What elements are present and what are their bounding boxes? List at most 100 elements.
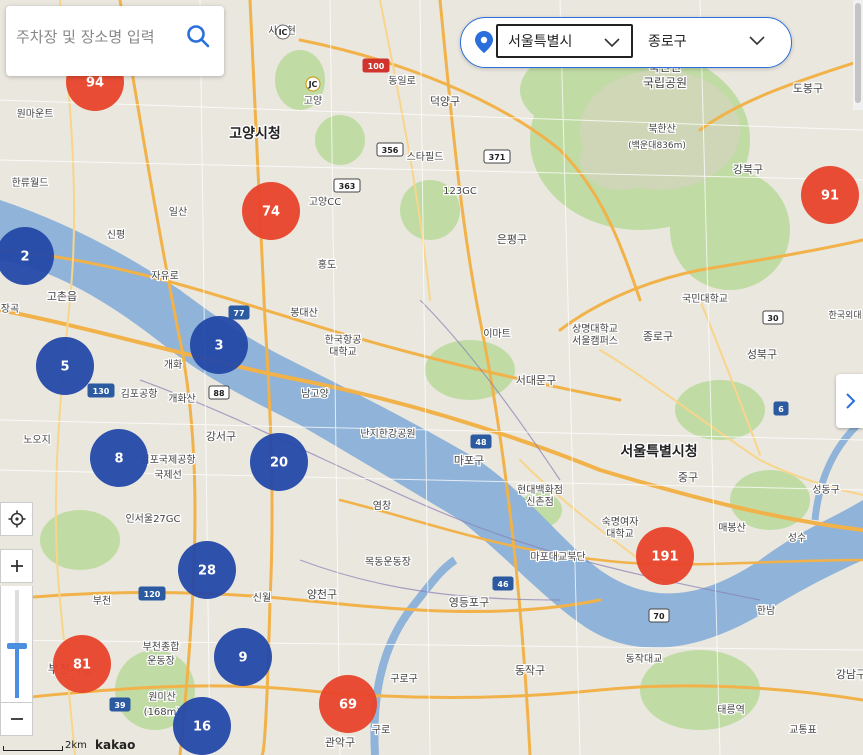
cluster-count: 69 bbox=[339, 698, 357, 713]
road-number-text: 46 bbox=[497, 580, 509, 589]
place-label: 서울특별시청 bbox=[620, 443, 697, 460]
place-label: 개화산 bbox=[168, 393, 196, 405]
zoom-level-fill bbox=[15, 643, 19, 698]
place-label: 신월 bbox=[253, 592, 271, 604]
road-number-text: 39 bbox=[114, 701, 126, 710]
parking-cluster-marker[interactable]: 5 bbox=[36, 337, 94, 395]
parking-cluster-marker[interactable]: 81 bbox=[53, 635, 111, 693]
place-label: 구로 bbox=[372, 725, 390, 736]
place-label: (백운대836m) bbox=[628, 140, 686, 151]
parking-cluster-marker[interactable]: 9 bbox=[214, 628, 272, 686]
parking-cluster-marker[interactable]: 91 bbox=[801, 166, 859, 224]
parking-cluster-marker[interactable]: 191 bbox=[636, 527, 694, 585]
road-number-badge: 371 bbox=[483, 149, 511, 164]
road-number-badge: IC bbox=[275, 24, 291, 40]
road-number-badge: 120 bbox=[138, 586, 166, 601]
district-select[interactable]: 종로구 bbox=[636, 24, 776, 58]
parking-cluster-marker[interactable]: 28 bbox=[178, 541, 236, 599]
place-label: 123GC bbox=[443, 186, 477, 197]
chevron-right-icon bbox=[845, 393, 855, 409]
place-label: 국민대학교 bbox=[682, 293, 728, 305]
place-label: 고양 bbox=[304, 95, 322, 107]
place-label: 강남구 bbox=[836, 668, 863, 681]
zoom-in-button[interactable] bbox=[0, 549, 33, 583]
parking-cluster-marker[interactable]: 3 bbox=[190, 316, 248, 374]
road-number-badge: 70 bbox=[648, 608, 670, 623]
place-label: 봉대산 bbox=[290, 307, 318, 319]
chevron-down-icon bbox=[604, 38, 620, 48]
cluster-count: 20 bbox=[270, 456, 288, 471]
road-number-badge: 46 bbox=[492, 576, 514, 591]
parking-cluster-marker[interactable]: 16 bbox=[173, 697, 231, 755]
road-number-text: 77 bbox=[233, 309, 244, 318]
cluster-count: 3 bbox=[214, 339, 223, 354]
cluster-count: 74 bbox=[262, 205, 280, 220]
road-number-badge: 48 bbox=[470, 434, 492, 449]
place-label: 대학교 bbox=[606, 528, 634, 540]
place-label: 고양CC bbox=[309, 196, 341, 208]
road-number-badge: 77 bbox=[228, 305, 250, 320]
place-label: 대학교 bbox=[329, 346, 357, 358]
place-label: 현대백화점 bbox=[517, 484, 563, 496]
road-number-text: 30 bbox=[767, 314, 779, 323]
minus-icon bbox=[10, 718, 23, 720]
place-label: 운동장 bbox=[147, 655, 175, 667]
place-label: 자유로 bbox=[151, 270, 179, 282]
road-number-text: 88 bbox=[213, 389, 225, 398]
search-icon bbox=[187, 25, 210, 48]
search-input[interactable] bbox=[14, 16, 178, 58]
road-number-badge: 30 bbox=[762, 310, 784, 325]
place-label: 원마운트 bbox=[17, 108, 54, 120]
map-canvas[interactable]: 사리현고양시청원마운트한류월드일산고양고양CC스타필드123GC동일로덕양구자유… bbox=[0, 0, 863, 755]
place-label: 노오지 bbox=[23, 434, 51, 446]
scale-line bbox=[3, 746, 63, 751]
side-panel-toggle[interactable] bbox=[836, 374, 863, 428]
place-label: 성동구 bbox=[812, 484, 840, 496]
place-label: 원미산 bbox=[148, 691, 176, 703]
place-label: 난지한강공원 bbox=[360, 428, 415, 440]
zoom-handle[interactable] bbox=[7, 643, 27, 649]
place-label: 스타필드 bbox=[407, 151, 444, 163]
place-label: 부천 bbox=[93, 595, 111, 607]
place-label: 신평 bbox=[107, 229, 125, 241]
cluster-count: 94 bbox=[86, 76, 104, 91]
place-label: 북한산 bbox=[648, 123, 676, 135]
place-label: 서울캠퍼스 bbox=[572, 335, 618, 347]
road-number-text: 120 bbox=[144, 590, 161, 599]
road-number-text: 70 bbox=[653, 612, 665, 621]
parking-cluster-marker[interactable]: 74 bbox=[242, 182, 300, 240]
place-label: 관악구 bbox=[325, 736, 355, 749]
place-label: 고촌읍 bbox=[47, 290, 77, 303]
place-label: 한류월드 bbox=[12, 177, 49, 189]
city-select-value: 서울특별시 bbox=[508, 34, 573, 50]
parking-cluster-marker[interactable]: 20 bbox=[250, 433, 308, 491]
zoom-slider[interactable] bbox=[0, 586, 33, 702]
place-label: 고양시청 bbox=[229, 126, 281, 142]
current-location-button[interactable] bbox=[0, 502, 33, 536]
place-label: 구로구 bbox=[390, 674, 418, 685]
place-label: 은평구 bbox=[497, 233, 527, 246]
place-label: 성북구 bbox=[747, 348, 777, 361]
place-label: 양천구 bbox=[307, 587, 337, 601]
zoom-out-button[interactable] bbox=[0, 702, 33, 736]
road-number-badge: 356 bbox=[376, 142, 404, 157]
search-button[interactable] bbox=[178, 16, 218, 56]
scale-label: 2km bbox=[65, 740, 87, 751]
scrollbar-thumb[interactable] bbox=[855, 3, 861, 103]
place-label: 신촌점 bbox=[526, 496, 554, 508]
road-number-badge: 39 bbox=[109, 697, 131, 712]
cluster-count: 28 bbox=[198, 564, 216, 579]
place-label: 남고양 bbox=[301, 388, 329, 400]
road-number-badge: JC bbox=[305, 76, 321, 92]
place-label: 동일로 bbox=[388, 75, 416, 87]
cluster-count: 16 bbox=[193, 720, 211, 735]
road-number-badge: 88 bbox=[208, 385, 230, 400]
location-pin-icon bbox=[475, 31, 493, 53]
cluster-count: 2 bbox=[20, 250, 29, 265]
place-label: 성수 bbox=[788, 532, 806, 544]
city-select[interactable]: 서울특별시 bbox=[496, 24, 633, 58]
parking-cluster-marker[interactable]: 8 bbox=[90, 429, 148, 487]
map-brand-logo: kakao bbox=[95, 738, 136, 752]
parking-cluster-marker[interactable]: 69 bbox=[319, 675, 377, 733]
road-number-badge: 100 bbox=[362, 58, 390, 73]
